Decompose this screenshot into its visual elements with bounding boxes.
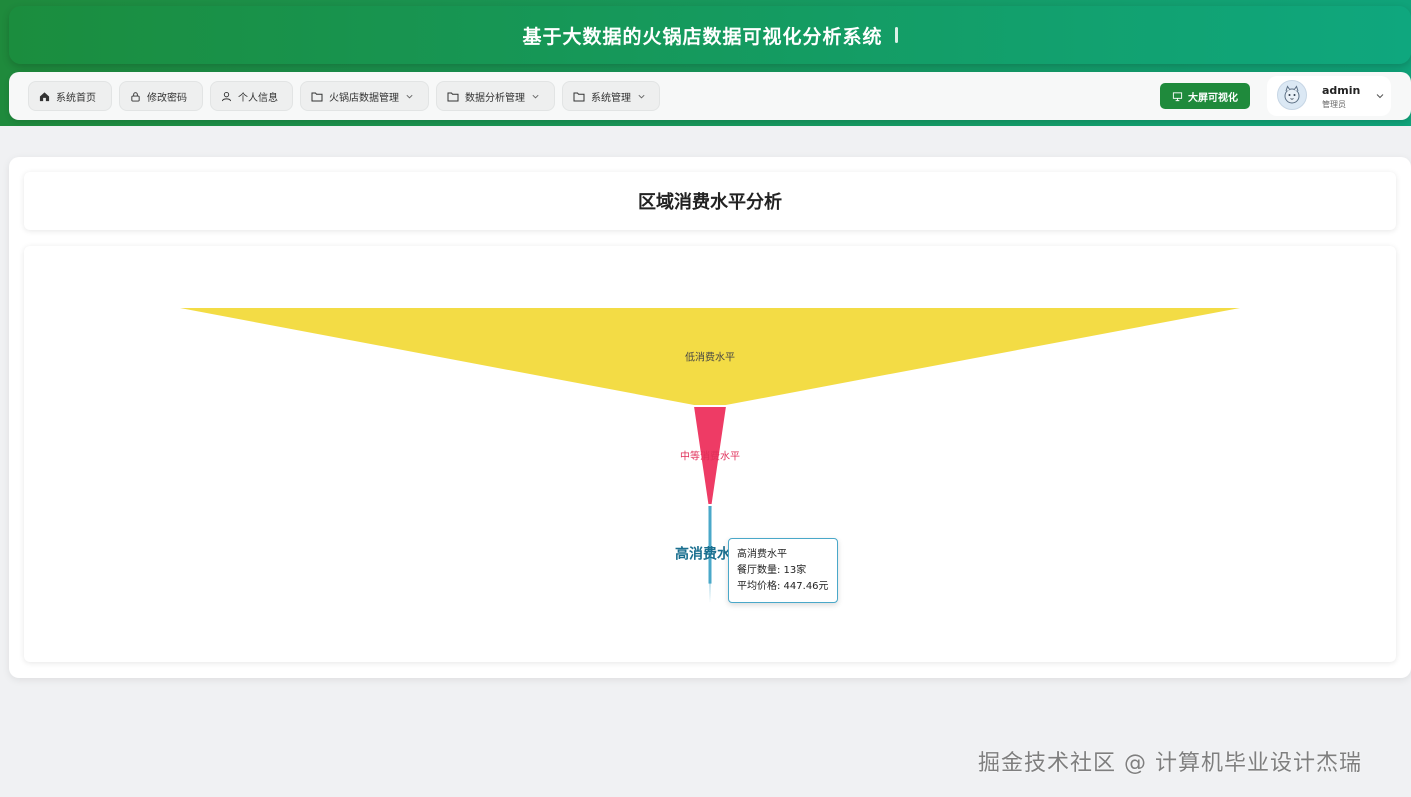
- nav-system-management[interactable]: 系统管理: [562, 81, 660, 111]
- nav-change-password[interactable]: 修改密码: [119, 81, 203, 111]
- avatar-icon: [1284, 85, 1300, 104]
- user-role: 管理员: [1322, 100, 1346, 109]
- folder-icon: [447, 92, 459, 101]
- tooltip-line-count: 餐厅数量: 13家: [737, 565, 807, 576]
- page-header-card: 区域消费水平分析: [24, 172, 1396, 230]
- nav-hotpot-data-label: 火锅店数据管理: [329, 92, 399, 104]
- nav-home[interactable]: 系统首页: [28, 81, 112, 111]
- nav-profile-label: 个人信息: [238, 92, 278, 104]
- folder-icon: [311, 92, 323, 101]
- nav-hotpot-data[interactable]: 火锅店数据管理: [300, 81, 429, 111]
- big-screen-label: 大屏可视化: [1188, 92, 1238, 104]
- home-icon: [39, 91, 50, 101]
- funnel-label-2: 中等消费水平: [680, 450, 740, 463]
- lock-icon: [131, 91, 140, 102]
- funnel-chart: 低消费水平中等消费水平高消费水平: [180, 308, 1240, 603]
- funnel-label-1: 低消费水平: [685, 351, 735, 364]
- avatar: [1277, 80, 1307, 110]
- title-bar: 基于大数据的火锅店数据可视化分析系统: [9, 6, 1411, 64]
- watermark: 掘金技术社区 @ 计算机毕业设计杰瑞: [978, 751, 1362, 776]
- nav-system-management-label: 系统管理: [591, 92, 631, 104]
- chart-card: 低消费水平中等消费水平高消费水平: [24, 246, 1396, 662]
- funnel-segment-sliver[interactable]: [708, 506, 712, 584]
- top-navbar: 系统首页 修改密码 个人信息 火锅店数据管理 数据分析管理 系统管理 大屏可视化: [9, 72, 1411, 120]
- user-icon: [221, 91, 232, 101]
- nav-data-analysis[interactable]: 数据分析管理: [436, 81, 555, 111]
- chevron-down-icon: [1376, 94, 1384, 99]
- chart-tooltip: 高消费水平 餐厅数量: 13家 平均价格: 447.46元: [728, 538, 838, 603]
- page-title: 区域消费水平分析: [638, 192, 782, 213]
- nav-data-analysis-label: 数据分析管理: [465, 92, 525, 104]
- chevron-down-icon: [638, 94, 645, 98]
- chevron-down-icon: [532, 94, 539, 98]
- tooltip-line-price: 平均价格: 447.46元: [737, 581, 829, 592]
- folder-icon: [573, 92, 585, 101]
- big-screen-button[interactable]: 大屏可视化: [1160, 83, 1250, 109]
- nav-profile[interactable]: 个人信息: [210, 81, 293, 111]
- chevron-down-icon: [406, 94, 413, 98]
- app-title: 基于大数据的火锅店数据可视化分析系统: [522, 25, 883, 48]
- tooltip-title: 高消费水平: [737, 549, 787, 560]
- user-menu[interactable]: admin 管理员: [1267, 76, 1391, 116]
- title-cursor-mark: [894, 27, 898, 43]
- nav-change-password-label: 修改密码: [147, 92, 187, 104]
- user-name: admin: [1322, 84, 1361, 97]
- nav-home-label: 系统首页: [56, 92, 96, 104]
- monitor-icon: [1172, 91, 1183, 101]
